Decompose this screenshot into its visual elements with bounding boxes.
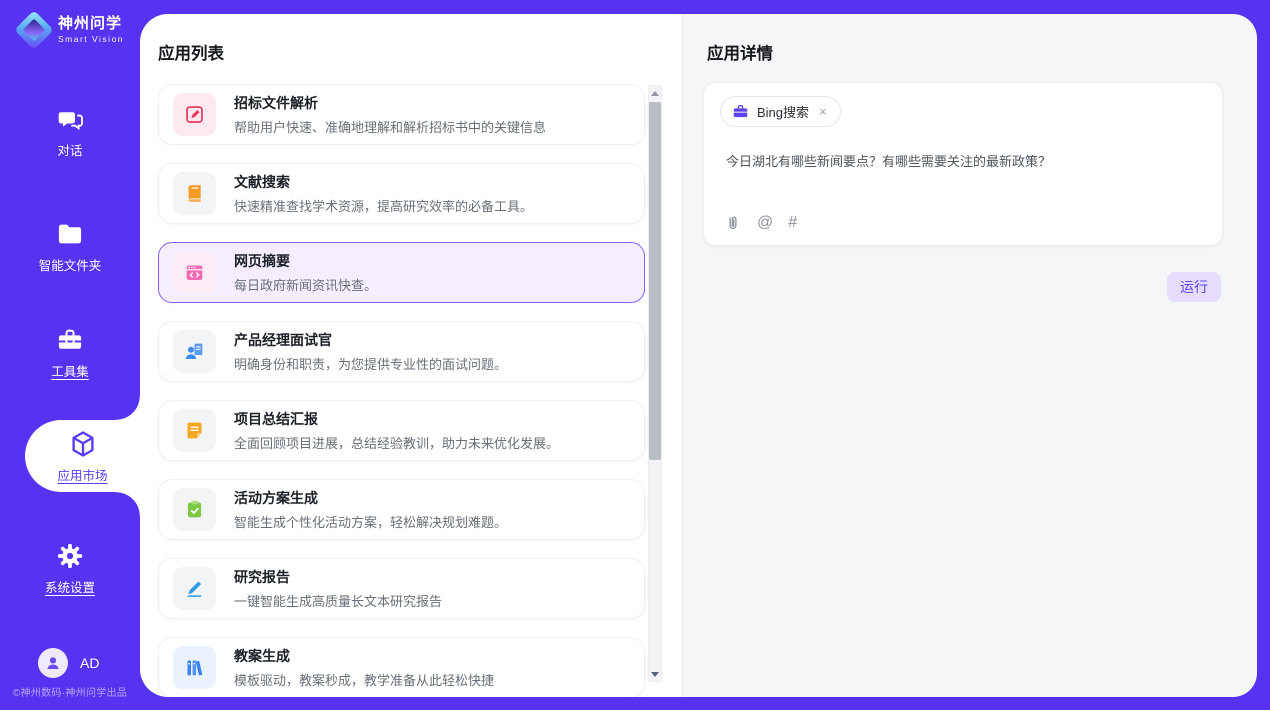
- app-card-description: 模板驱动，教案秒成，教学准备从此轻松快捷: [234, 670, 494, 689]
- attachment-icon[interactable]: [724, 214, 742, 232]
- app-card-activity-plan[interactable]: 活动方案生成 智能生成个性化活动方案，轻松解决规划难题。: [158, 479, 645, 540]
- app-card-description: 全面回顾项目进展，总结经验教训，助力未来优化发展。: [234, 433, 559, 452]
- briefcase-icon: [732, 103, 749, 120]
- sidebar-item-label: 工具集: [51, 361, 89, 380]
- hash-icon[interactable]: #: [788, 215, 797, 231]
- app-detail-panel: 应用详情 Bing搜索 × 今日湖北有哪些新闻要点？有哪些需要关注的最新政策？ …: [682, 14, 1257, 697]
- brand-logo: 神州问学 Smart Vision: [20, 16, 124, 44]
- sidebar-item-label: 系统设置: [45, 577, 95, 596]
- composer-toolbar: @ #: [724, 214, 797, 232]
- app-card-description: 每日政府新闻资讯快查。: [234, 275, 377, 294]
- sidebar: 神州问学 Smart Vision 对话 智能文件夹: [0, 0, 140, 710]
- app-card-description: 智能生成个性化活动方案，轻松解决规划难题。: [234, 512, 507, 531]
- bid-document-icon: [173, 93, 216, 136]
- sidebar-item-toolset[interactable]: 工具集: [0, 326, 140, 380]
- close-icon[interactable]: ×: [817, 103, 829, 120]
- app-detail-title: 应用详情: [707, 40, 773, 64]
- user-account[interactable]: AD: [38, 648, 99, 678]
- scroll-up-icon[interactable]: [649, 86, 661, 100]
- interviewer-icon: [173, 330, 216, 373]
- memo-icon: [173, 409, 216, 452]
- clipboard-check-icon: [173, 488, 216, 531]
- app-card-literature-search[interactable]: 文献搜索 快速精准查找学术资源，提高研究效率的必备工具。: [158, 163, 645, 224]
- copyright-text: ©神州数码·神州问学出品: [0, 684, 140, 699]
- app-card-title: 文献搜索: [234, 172, 533, 192]
- app-list-title: 应用列表: [158, 40, 224, 64]
- book-icon: [173, 172, 216, 215]
- brand-diamond-icon: [14, 10, 54, 50]
- app-card-title: 活动方案生成: [234, 488, 507, 508]
- app-card-title: 项目总结汇报: [234, 409, 559, 429]
- app-frame: 神州问学 Smart Vision 对话 智能文件夹: [0, 0, 1270, 710]
- brand-subtitle: Smart Vision: [58, 35, 124, 44]
- app-card-lesson-plan[interactable]: 教案生成 模板驱动，教案秒成，教学准备从此轻松快捷: [158, 637, 645, 697]
- tool-tag-label: Bing搜索: [757, 102, 809, 121]
- prompt-card[interactable]: Bing搜索 × 今日湖北有哪些新闻要点？有哪些需要关注的最新政策？ @ #: [703, 82, 1223, 246]
- app-card-title: 产品经理面试官: [234, 330, 507, 350]
- brand-name: 神州问学: [58, 16, 124, 33]
- cube-icon: [68, 429, 98, 459]
- app-card-webpage-summary[interactable]: 网页摘要 每日政府新闻资讯快查。: [158, 242, 645, 303]
- sidebar-item-settings[interactable]: 系统设置: [0, 542, 140, 596]
- mention-icon[interactable]: @: [757, 215, 773, 231]
- research-pen-icon: [173, 567, 216, 610]
- app-card-title: 研究报告: [234, 567, 442, 587]
- webpage-code-icon: [173, 251, 216, 294]
- toolbox-icon: [56, 326, 84, 354]
- sidebar-item-app-market[interactable]: 应用市场: [25, 420, 140, 492]
- scrollbar-thumb[interactable]: [649, 102, 661, 460]
- books-icon: [173, 646, 216, 689]
- app-card-title: 教案生成: [234, 646, 494, 666]
- app-card-bid-parse[interactable]: 招标文件解析 帮助用户快速、准确地理解和解析招标书中的关键信息: [158, 84, 645, 145]
- sidebar-item-smart-folder[interactable]: 智能文件夹: [0, 220, 140, 274]
- chat-icon: [57, 106, 84, 133]
- gear-icon: [56, 542, 84, 570]
- app-card-title: 招标文件解析: [234, 93, 546, 113]
- app-card-description: 帮助用户快速、准确地理解和解析招标书中的关键信息: [234, 117, 546, 136]
- app-card-description: 一键智能生成高质量长文本研究报告: [234, 591, 442, 610]
- folder-icon: [56, 220, 84, 248]
- app-card-pm-interviewer[interactable]: 产品经理面试官 明确身份和职责，为您提供专业性的面试问题。: [158, 321, 645, 382]
- app-card-project-summary[interactable]: 项目总结汇报 全面回顾项目进展，总结经验教训，助力未来优化发展。: [158, 400, 645, 461]
- sidebar-item-chat[interactable]: 对话: [0, 106, 140, 159]
- app-card-research-report[interactable]: 研究报告 一键智能生成高质量长文本研究报告: [158, 558, 645, 619]
- user-name: AD: [80, 655, 99, 671]
- app-card-title: 网页摘要: [234, 251, 377, 271]
- app-list-scrollbar[interactable]: [648, 85, 662, 682]
- sidebar-item-label: 对话: [57, 140, 82, 159]
- query-text[interactable]: 今日湖北有哪些新闻要点？有哪些需要关注的最新政策？: [726, 151, 1202, 170]
- avatar: [38, 648, 68, 678]
- app-list-panel: 应用列表 招标文件解析 帮助用户快速、准确地理解和解析招标书中的关键信息: [140, 14, 682, 697]
- app-card-description: 快速精准查找学术资源，提高研究效率的必备工具。: [234, 196, 533, 215]
- sidebar-item-label: 应用市场: [57, 465, 107, 484]
- scroll-down-icon[interactable]: [649, 667, 661, 681]
- app-card-list: 招标文件解析 帮助用户快速、准确地理解和解析招标书中的关键信息 文献搜索 快速精…: [158, 84, 645, 697]
- sidebar-item-label: 智能文件夹: [39, 255, 102, 274]
- app-card-description: 明确身份和职责，为您提供专业性的面试问题。: [234, 354, 507, 373]
- tool-tag-bing-search[interactable]: Bing搜索 ×: [720, 96, 841, 127]
- run-button[interactable]: 运行: [1167, 272, 1221, 302]
